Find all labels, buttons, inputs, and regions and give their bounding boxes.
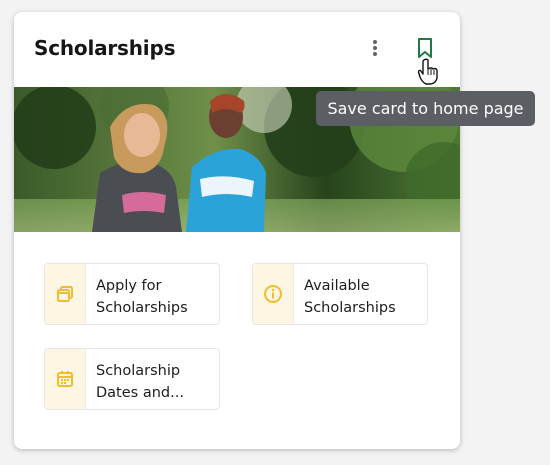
hand-pointer-icon [417,58,438,85]
bookmark-icon [418,38,432,58]
tile-label: Scholarship Dates and... [96,363,184,401]
tile-apply-scholarships[interactable]: Apply for Scholarships [44,263,220,325]
tile-icon-box [45,349,86,409]
more-options-button[interactable] [364,36,386,60]
tile-icon-box [45,264,86,324]
card-title: Scholarships [34,36,176,60]
scholarships-card: Scholarships Apply for Scholarships Avai… [14,12,460,449]
calendar-icon [57,371,73,387]
tile-scholarship-dates[interactable]: Scholarship Dates and... [44,348,220,410]
tile-label: Available Scholarships [304,278,396,316]
info-icon [264,285,282,303]
more-vertical-icon-dot [373,46,377,50]
tile-label: Apply for Scholarships [96,278,188,316]
bookmark-button[interactable] [414,36,436,60]
tile-icon-box [253,264,294,324]
more-vertical-icon-dot [373,52,377,56]
tile-available-scholarships[interactable]: Available Scholarships [252,263,428,325]
stacked-windows-icon [57,286,73,302]
bookmark-tooltip: Save card to home page [316,91,535,126]
more-vertical-icon [373,40,377,44]
